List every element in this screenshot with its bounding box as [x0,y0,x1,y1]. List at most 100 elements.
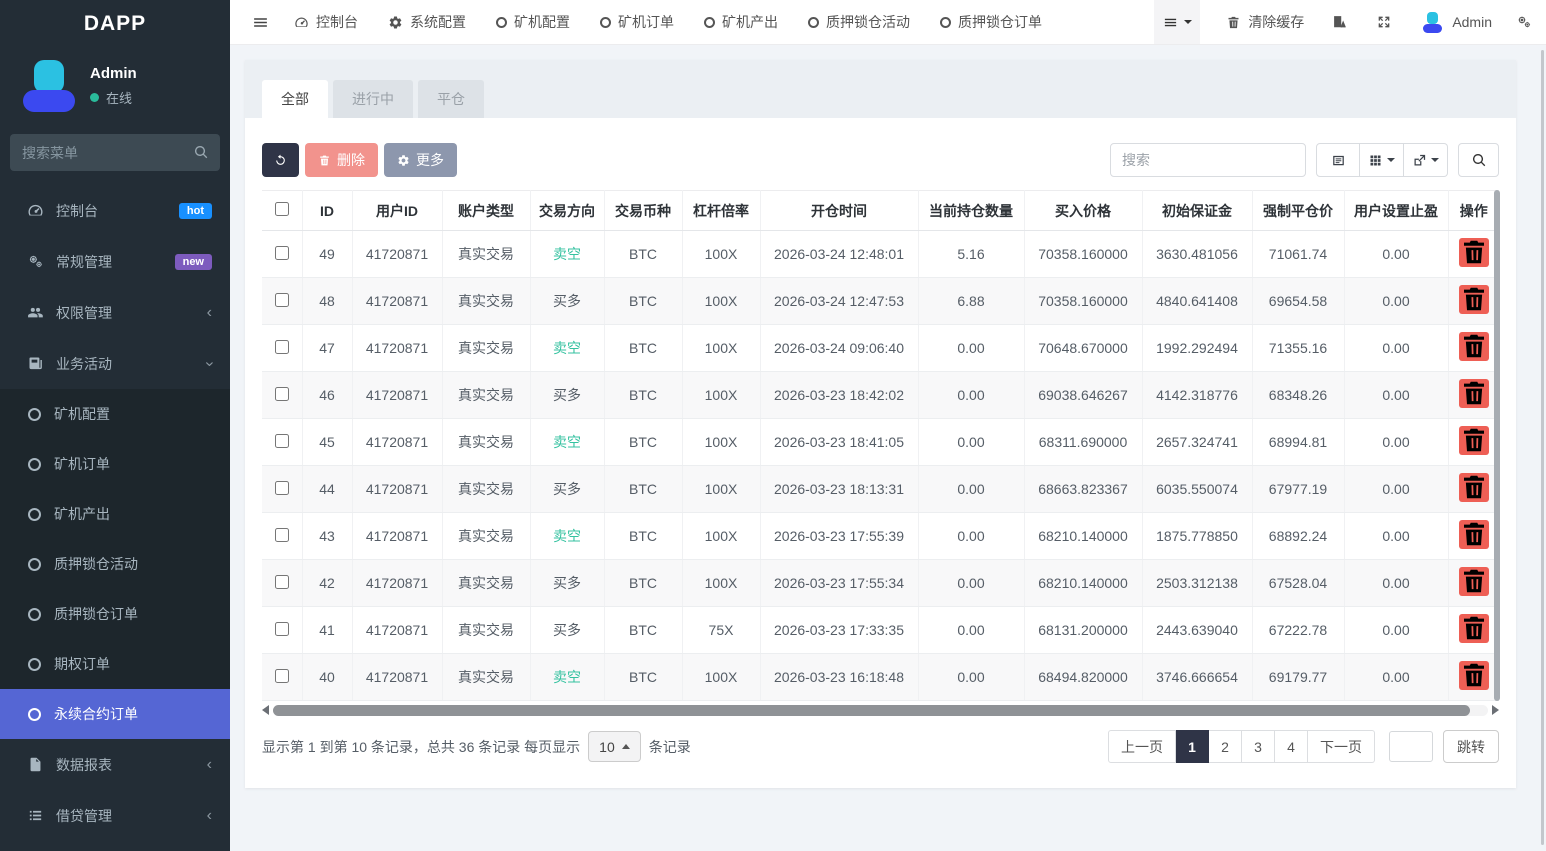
horizontal-scrollbar-thumb[interactable] [273,705,1470,716]
nav-item-系统配置[interactable]: 系统配置 [373,0,481,44]
horizontal-scrollbar[interactable] [262,703,1499,717]
more-button[interactable]: 更多 [384,143,457,177]
sidebar-subitem-矿机订单[interactable]: 矿机订单 [0,439,230,489]
nav-item-质押锁仓订单[interactable]: 质押锁仓订单 [925,0,1057,44]
detail-view-button[interactable] [1316,143,1360,177]
jump-button[interactable]: 跳转 [1443,730,1499,763]
delete-row-button[interactable] [1459,238,1489,267]
refresh-button[interactable] [262,143,299,177]
sidebar-subitem-永续合约订单[interactable]: 永续合约订单 [0,689,230,739]
vertical-scrollbar[interactable] [1494,190,1500,701]
row-checkbox[interactable] [275,575,289,589]
cell-coin: BTC [604,607,682,654]
column-header-买入价格: 买入价格 [1024,191,1142,231]
column-header-ID: ID [302,191,352,231]
cell-take-profit: 0.00 [1344,607,1448,654]
cell-id: 48 [302,278,352,325]
select-all-header [262,191,302,231]
nav-list-dropdown[interactable] [1154,0,1200,44]
page-scrollbar[interactable] [1541,50,1544,845]
column-header-强制平仓价: 强制平仓价 [1252,191,1344,231]
card: 全部进行中平仓 删除 更多 [245,60,1516,788]
sidebar-item-常规管理[interactable]: 常规管理new [0,236,230,287]
sidebar-item-控制台[interactable]: 控制台hot [0,185,230,236]
columns-button[interactable] [1360,143,1404,177]
sidebar-item-数据报表[interactable]: 数据报表‹ [0,739,230,790]
cell-position: 0.00 [918,513,1024,560]
sidebar-item-借贷管理[interactable]: 借贷管理‹ [0,790,230,841]
cell-user-id: 41720871 [352,607,442,654]
row-checkbox[interactable] [275,481,289,495]
user-menu[interactable]: Admin [1406,12,1502,33]
scroll-right-arrow-icon[interactable] [1492,705,1499,715]
table-search-input[interactable] [1110,143,1306,177]
translate-icon[interactable] [1318,14,1362,30]
row-checkbox[interactable] [275,622,289,636]
refresh-icon [274,154,287,167]
jump-page-input[interactable] [1389,731,1433,762]
cell-margin: 4142.318776 [1142,372,1252,419]
page-button-下一页[interactable]: 下一页 [1308,730,1375,763]
sidebar-subitem-矿机产出[interactable]: 矿机产出 [0,489,230,539]
row-checkbox[interactable] [275,293,289,307]
sidebar-item-partial[interactable] [0,841,230,851]
page-button-上一页[interactable]: 上一页 [1108,730,1176,763]
delete-row-button[interactable] [1459,520,1489,549]
row-checkbox[interactable] [275,528,289,542]
row-checkbox[interactable] [275,669,289,683]
nav-item-控制台[interactable]: 控制台 [279,0,373,44]
delete-row-button[interactable] [1459,614,1489,643]
select-all-checkbox[interactable] [275,202,289,216]
page-button-2[interactable]: 2 [1209,730,1242,763]
delete-row-button[interactable] [1459,567,1489,596]
delete-row-button[interactable] [1459,473,1489,502]
delete-row-button[interactable] [1459,379,1489,408]
sidebar-item-权限管理[interactable]: 权限管理‹ [0,287,230,338]
nav-item-label: 系统配置 [410,12,466,32]
cell-coin: BTC [604,231,682,278]
sidebar-subitem-label: 期权订单 [54,654,110,674]
delete-row-button[interactable] [1459,661,1489,690]
sidebar-item-业务活动[interactable]: 业务活动‹ [0,338,230,389]
row-checkbox[interactable] [275,246,289,260]
row-checkbox[interactable] [275,340,289,354]
sidebar-subitem-质押锁仓活动[interactable]: 质押锁仓活动 [0,539,230,589]
export-button[interactable] [1404,143,1448,177]
nav-item-质押锁仓活动[interactable]: 质押锁仓活动 [793,0,925,44]
page-size-select[interactable]: 10 [588,731,641,762]
gears-icon[interactable] [1502,14,1546,30]
delete-row-button[interactable] [1459,285,1489,314]
nav-item-矿机配置[interactable]: 矿机配置 [481,0,585,44]
sidebar-subitem-矿机配置[interactable]: 矿机配置 [0,389,230,439]
page-button-3[interactable]: 3 [1242,730,1275,763]
brand: DAPP [0,0,230,48]
tab-全部[interactable]: 全部 [262,80,328,118]
cell-margin: 1992.292494 [1142,325,1252,372]
row-checkbox[interactable] [275,387,289,401]
cell-leverage: 100X [682,231,760,278]
cell-buy-price: 68210.140000 [1024,513,1142,560]
sidebar-search-input[interactable] [10,134,220,171]
scroll-left-arrow-icon[interactable] [262,705,269,715]
sidebar-subitem-质押锁仓订单[interactable]: 质押锁仓订单 [0,589,230,639]
page-button-4[interactable]: 4 [1275,730,1308,763]
page-button-1[interactable]: 1 [1176,730,1209,763]
tab-进行中[interactable]: 进行中 [333,80,413,118]
sidebar-subitem-label: 质押锁仓活动 [54,554,138,574]
clear-cache-button[interactable]: 清除缓存 [1200,12,1318,32]
nav-item-矿机订单[interactable]: 矿机订单 [585,0,689,44]
search-button[interactable] [1458,143,1499,177]
tab-平仓[interactable]: 平仓 [418,80,484,118]
delete-row-button[interactable] [1459,426,1489,455]
delete-button[interactable]: 删除 [305,143,378,177]
hamburger-icon[interactable] [230,14,279,31]
fullscreen-icon[interactable] [1362,14,1406,30]
avatar [1422,12,1443,33]
column-header-用户设置止盈: 用户设置止盈 [1344,191,1448,231]
sidebar-subitem-期权订单[interactable]: 期权订单 [0,639,230,689]
delete-row-button[interactable] [1459,332,1489,361]
row-checkbox[interactable] [275,434,289,448]
vertical-scrollbar-thumb[interactable] [1494,190,1500,701]
nav-item-矿机产出[interactable]: 矿机产出 [689,0,793,44]
cell-margin: 3630.481056 [1142,231,1252,278]
